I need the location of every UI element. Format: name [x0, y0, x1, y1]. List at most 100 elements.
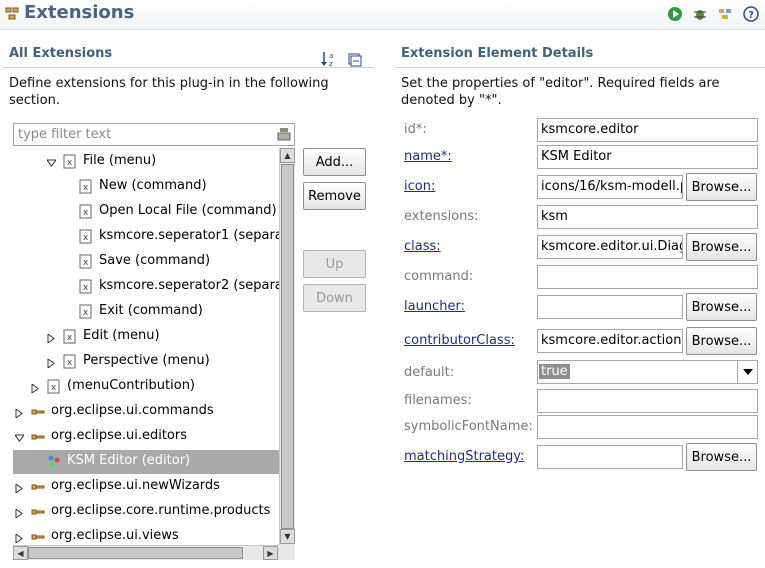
svg-text:x: x [67, 333, 73, 343]
tree-item[interactable]: x Save (command) [13, 250, 279, 274]
tree-item[interactable]: x ksmcore.seperator2 (separator) [13, 275, 279, 299]
matchingstrategy-browse-button[interactable]: Browse... [686, 443, 757, 471]
launcher-field[interactable] [537, 295, 683, 319]
command-label: command: [404, 269, 474, 284]
icon-field[interactable]: icons/16/ksm-modell.png [537, 175, 683, 199]
scroll-corner [279, 545, 295, 560]
down-button[interactable]: Down [303, 284, 366, 312]
scroll-down-button[interactable]: ▼ [280, 529, 295, 544]
add-button[interactable]: Add... [303, 148, 366, 176]
filter-input[interactable] [16, 126, 274, 143]
up-button[interactable]: Up [303, 250, 366, 278]
tree-item[interactable]: org.eclipse.ui.newWizards [13, 475, 279, 499]
extensions-tree[interactable]: x File (menu) x New (command) x Open Local Fi… [13, 148, 279, 545]
extensions-field[interactable]: ksm [537, 205, 758, 229]
tree-item[interactable]: org.eclipse.ui.editors [13, 425, 279, 449]
xml-element-icon: x [63, 354, 77, 370]
tree-vertical-scrollbar[interactable]: ▲ ▼ [279, 148, 295, 545]
id-label: id*: [404, 122, 427, 137]
tree-item-label: Perspective (menu) [83, 353, 210, 368]
run-icon[interactable] [667, 6, 683, 22]
tree-item[interactable]: org.eclipse.core.runtime.products [13, 500, 279, 524]
collapsed-twisty-icon[interactable] [15, 507, 24, 519]
svg-text:x: x [83, 208, 89, 218]
extensions-icon [5, 7, 19, 21]
launcher-label[interactable]: launcher: [404, 299, 465, 314]
element-details-title: Extension Element Details [401, 46, 594, 61]
tree-item-label: (menuContribution) [67, 378, 196, 393]
xml-element-icon: x [79, 229, 93, 245]
left-description: Define extensions for this plug-in in th… [9, 76, 329, 108]
tree-item[interactable]: org.eclipse.ui.commands [13, 400, 279, 424]
command-field[interactable] [537, 265, 758, 289]
tree-item[interactable]: KSM Editor (editor) [13, 450, 279, 474]
svg-text:x: x [83, 233, 89, 243]
collapsed-twisty-icon[interactable] [15, 482, 24, 494]
export-icon[interactable] [717, 6, 733, 22]
contributorclass-field[interactable]: ksmcore.editor.actions [537, 329, 683, 353]
scroll-up-button[interactable]: ▲ [280, 148, 295, 163]
collapsed-twisty-icon[interactable] [47, 357, 56, 369]
matchingstrategy-field[interactable] [537, 445, 683, 469]
chevron-down-icon[interactable] [737, 361, 757, 383]
symbolicfontname-label: symbolicFontName: [404, 419, 533, 434]
collapsed-twisty-icon[interactable] [47, 332, 56, 344]
class-field[interactable]: ksmcore.editor.ui.DiagramEditor [537, 235, 683, 259]
tree-item-label: org.eclipse.core.runtime.products [51, 503, 271, 518]
debug-icon[interactable] [692, 6, 708, 22]
xml-element-icon: x [79, 204, 93, 220]
editor-header: Extensions ? [0, 0, 765, 30]
contributorclass-browse-button[interactable]: Browse... [686, 327, 757, 355]
expanded-twisty-icon[interactable] [46, 157, 57, 167]
tree-item[interactable]: org.eclipse.ui.views [13, 525, 279, 545]
tree-item[interactable]: x ksmcore.seperator1 (separator) [13, 225, 279, 249]
remove-button[interactable]: Remove [303, 182, 366, 210]
sort-alphabetically-icon[interactable]: az [320, 50, 338, 68]
id-field[interactable]: ksmcore.editor [537, 118, 758, 142]
filter-field[interactable] [13, 123, 295, 146]
tree-item[interactable]: x Exit (command) [13, 300, 279, 324]
collapsed-twisty-icon[interactable] [31, 382, 40, 394]
icon-label[interactable]: icon: [404, 179, 435, 194]
extension-point-icon [31, 404, 45, 420]
tree-item-label: File (menu) [83, 153, 157, 168]
help-icon[interactable]: ? [743, 6, 759, 22]
expanded-twisty-icon[interactable] [14, 432, 25, 442]
tree-item-label: Save (command) [99, 253, 211, 268]
tree-item[interactable]: x Edit (menu) [13, 325, 279, 349]
name-label[interactable]: name*: [404, 149, 452, 164]
scroll-right-button[interactable]: ▶ [263, 546, 278, 560]
collapse-all-icon[interactable] [347, 52, 363, 68]
collapsed-twisty-icon[interactable] [15, 532, 24, 544]
tree-item-label: org.eclipse.ui.commands [51, 403, 214, 418]
all-extensions-title: All Extensions [9, 46, 113, 61]
matchingstrategy-label[interactable]: matchingStrategy: [404, 449, 524, 464]
vertical-scroll-thumb[interactable] [281, 164, 294, 529]
class-label[interactable]: class: [404, 239, 441, 254]
svg-text:?: ? [748, 10, 754, 21]
icon-browse-button[interactable]: Browse... [686, 173, 757, 201]
launcher-browse-button[interactable]: Browse... [686, 293, 757, 321]
name-field[interactable]: KSM Editor [537, 145, 758, 169]
tree-item-label: KSM Editor (editor) [67, 453, 191, 468]
xml-element-icon: x [79, 304, 93, 320]
tree-item[interactable]: x Perspective (menu) [13, 350, 279, 374]
tree-horizontal-scrollbar[interactable]: ◀ ▶ [13, 545, 279, 560]
svg-text:x: x [67, 158, 73, 168]
contributorclass-label[interactable]: contributorClass: [404, 333, 515, 348]
default-select[interactable]: true [537, 360, 758, 384]
horizontal-scroll-thumb[interactable] [28, 547, 243, 559]
class-browse-button[interactable]: Browse... [686, 233, 757, 261]
tree-item[interactable]: x (menuContribution) [13, 375, 279, 399]
symbolicfontname-field[interactable] [537, 415, 758, 439]
scroll-left-button[interactable]: ◀ [13, 546, 28, 560]
filenames-field[interactable] [537, 389, 758, 413]
tree-item-label: org.eclipse.ui.editors [51, 428, 187, 443]
tree-item[interactable]: x Open Local File (command) [13, 200, 279, 224]
right-section-divider [395, 67, 765, 68]
tree-item[interactable]: x File (menu) [13, 150, 279, 174]
tree-item[interactable]: x New (command) [13, 175, 279, 199]
tree-item-label: Edit (menu) [83, 328, 160, 343]
collapsed-twisty-icon[interactable] [15, 407, 24, 419]
clear-filter-icon[interactable] [276, 126, 292, 142]
